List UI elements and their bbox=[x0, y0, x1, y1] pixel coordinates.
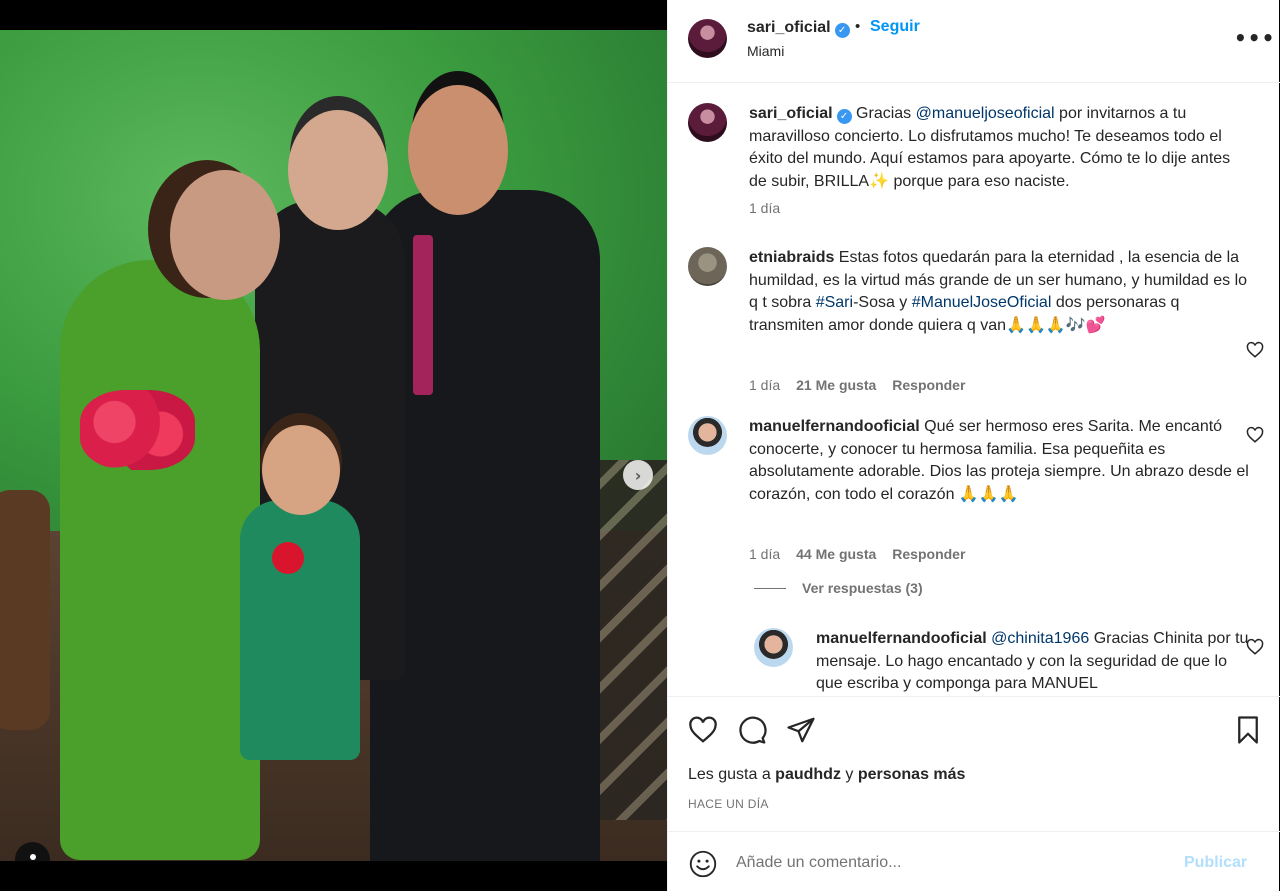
comment-text-part: -Sosa y bbox=[853, 294, 912, 311]
mention-link[interactable]: @chinita1966 bbox=[991, 630, 1089, 647]
author-username-text: sari_oficial bbox=[747, 19, 831, 36]
view-replies-label: Ver respuestas (3) bbox=[802, 580, 923, 596]
likes-middle: y bbox=[840, 766, 858, 783]
post-location[interactable]: Miami bbox=[747, 43, 784, 59]
caption-text: sari_oficial ✓ Gracias @manueljoseoficial… bbox=[749, 103, 1249, 193]
instagram-post-modal: › sari_oficial ✓ • Seguir Miami ••• sari… bbox=[0, 0, 1280, 891]
publish-button[interactable]: Publicar bbox=[1184, 854, 1247, 872]
comment-username[interactable]: manuelfernandooficial bbox=[749, 418, 920, 435]
user-tag-icon bbox=[29, 853, 36, 860]
comment-time[interactable]: 1 día bbox=[749, 546, 780, 562]
comment-meta: 1 día 21 Me gusta Responder bbox=[749, 377, 965, 393]
header-separator: • bbox=[855, 18, 861, 35]
add-comment-bar: Publicar bbox=[668, 831, 1280, 891]
replies-divider bbox=[754, 587, 786, 589]
girl-figure bbox=[240, 500, 360, 760]
likes-prefix: Les gusta a bbox=[688, 766, 776, 783]
reply-username[interactable]: manuelfernandooficial bbox=[816, 630, 987, 647]
next-slide-button[interactable]: › bbox=[623, 460, 653, 490]
like-comment-heart-icon[interactable] bbox=[1246, 426, 1264, 444]
man-right-head bbox=[408, 85, 508, 215]
likes-others-link[interactable]: personas más bbox=[858, 766, 966, 783]
caption-meta: 1 día bbox=[749, 200, 780, 216]
hashtag-link[interactable]: #Sari bbox=[816, 294, 853, 311]
commenter-avatar[interactable] bbox=[688, 416, 727, 455]
bookmark-icon[interactable] bbox=[1233, 715, 1263, 745]
share-icon[interactable] bbox=[786, 715, 816, 745]
follow-button[interactable]: Seguir bbox=[870, 18, 920, 36]
comment-meta: 1 día 44 Me gusta Responder bbox=[749, 546, 965, 562]
reply-button[interactable]: Responder bbox=[892, 546, 965, 562]
more-icon[interactable]: ••• bbox=[1234, 26, 1275, 50]
hashtag-link[interactable]: #ManuelJoseOficial bbox=[912, 294, 1052, 311]
reply-text: manuelfernandooficial @chinita1966 Graci… bbox=[816, 628, 1256, 696]
emoji-icon[interactable] bbox=[689, 850, 717, 878]
comment-username[interactable]: etniabraids bbox=[749, 249, 834, 266]
comment-text: etniabraids Estas fotos quedarán para la… bbox=[749, 247, 1249, 337]
next-arrow-icon: › bbox=[634, 465, 642, 485]
likes-summary: Les gusta a paudhdz y personas más bbox=[688, 766, 965, 784]
commenter-avatar[interactable] bbox=[688, 247, 727, 286]
caption-username[interactable]: sari_oficial bbox=[749, 105, 833, 122]
author-username[interactable]: sari_oficial ✓ bbox=[747, 19, 850, 38]
single-rose bbox=[272, 542, 304, 574]
comment-icon[interactable] bbox=[737, 715, 767, 745]
heart-icon[interactable] bbox=[688, 715, 718, 745]
post-details-panel: sari_oficial ✓ • Seguir Miami ••• sari_of… bbox=[667, 0, 1280, 891]
liker-username[interactable]: paudhdz bbox=[775, 766, 841, 783]
girl-head bbox=[262, 425, 340, 515]
pink-tie bbox=[413, 235, 433, 395]
caption-time[interactable]: 1 día bbox=[749, 200, 780, 216]
caption-text-part: Gracias bbox=[851, 105, 916, 122]
comment-likes[interactable]: 21 Me gusta bbox=[796, 377, 876, 393]
mention-link[interactable]: @manueljoseoficial bbox=[916, 105, 1055, 122]
reply-button[interactable]: Responder bbox=[892, 377, 965, 393]
post-actions: Les gusta a paudhdz y personas más HACE … bbox=[668, 696, 1280, 831]
man-center-head bbox=[288, 110, 388, 230]
author-avatar[interactable] bbox=[688, 19, 727, 58]
comment-text: manuelfernandooficial Qué ser hermoso er… bbox=[749, 416, 1249, 506]
verified-icon: ✓ bbox=[834, 23, 850, 38]
verified-icon: ✓ bbox=[836, 109, 852, 124]
commenter-avatar[interactable] bbox=[754, 628, 793, 667]
view-replies-button[interactable]: Ver respuestas (3) bbox=[754, 580, 923, 596]
wooden-chair bbox=[0, 490, 50, 730]
post-photo: › bbox=[0, 30, 667, 861]
like-comment-heart-icon[interactable] bbox=[1246, 638, 1264, 656]
comment-input[interactable] bbox=[736, 848, 1156, 878]
comments-list[interactable]: sari_oficial ✓ Gracias @manueljoseoficial… bbox=[668, 84, 1280, 696]
comment-time[interactable]: 1 día bbox=[749, 377, 780, 393]
woman-green-dress-figure bbox=[60, 260, 260, 860]
post-timestamp[interactable]: HACE UN DÍA bbox=[688, 797, 769, 811]
caption-avatar[interactable] bbox=[688, 103, 727, 142]
rose-bouquet bbox=[80, 390, 195, 470]
like-comment-heart-icon[interactable] bbox=[1246, 341, 1264, 359]
post-header: sari_oficial ✓ • Seguir Miami ••• bbox=[668, 0, 1280, 83]
woman-head bbox=[170, 170, 280, 300]
comment-likes[interactable]: 44 Me gusta bbox=[796, 546, 876, 562]
